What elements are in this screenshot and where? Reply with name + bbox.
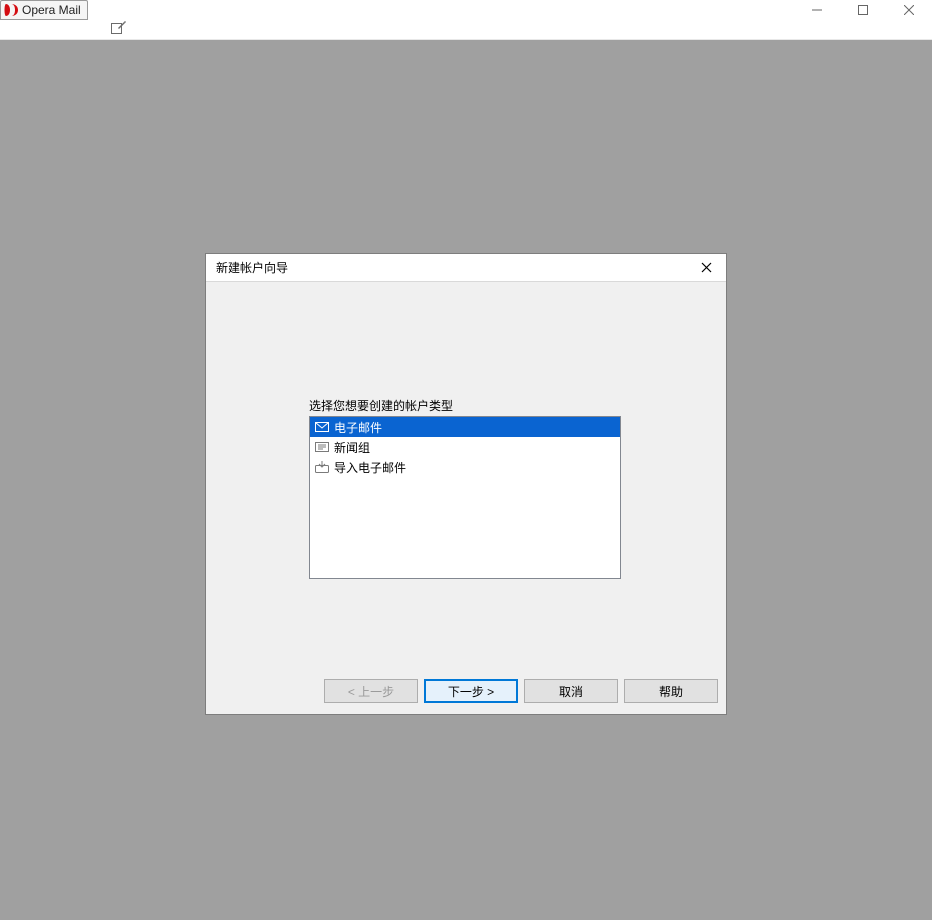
account-type-list[interactable]: 电子邮件 新闻组 导入电子邮件 (309, 416, 621, 579)
opera-mail-icon (4, 3, 18, 17)
app-title: Opera Mail (22, 3, 81, 17)
newspaper-icon (314, 439, 330, 455)
new-account-wizard-dialog: 新建帐户向导 选择您想要创建的帐户类型 电子邮件 新闻组 (205, 253, 727, 715)
help-button-label: 帮助 (659, 683, 683, 700)
window-titlebar: Opera Mail (0, 0, 932, 20)
account-type-prompt: 选择您想要创建的帐户类型 (309, 397, 453, 414)
minimize-button[interactable] (794, 0, 840, 20)
compose-icon[interactable] (110, 20, 126, 39)
back-button: < 上一步 (324, 679, 418, 703)
account-option-label: 电子邮件 (334, 419, 382, 436)
maximize-button[interactable] (840, 0, 886, 20)
import-icon (314, 459, 330, 475)
content-area: 新建帐户向导 选择您想要创建的帐户类型 电子邮件 新闻组 (0, 40, 932, 920)
close-button[interactable] (886, 0, 932, 20)
account-option-news[interactable]: 新闻组 (310, 437, 620, 457)
window-controls (794, 0, 932, 20)
help-button[interactable]: 帮助 (624, 679, 718, 703)
cancel-button[interactable]: 取消 (524, 679, 618, 703)
titlebar-spacer (88, 0, 794, 20)
next-button-label: 下一步 > (448, 683, 494, 700)
dialog-button-row: < 上一步 下一步 > 取消 帮助 (206, 679, 726, 703)
toolbar (0, 20, 932, 40)
envelope-icon (314, 419, 330, 435)
cancel-button-label: 取消 (559, 683, 583, 700)
back-button-label: < 上一步 (348, 683, 394, 700)
next-button[interactable]: 下一步 > (424, 679, 518, 703)
dialog-body: 选择您想要创建的帐户类型 电子邮件 新闻组 (206, 282, 726, 714)
account-option-email[interactable]: 电子邮件 (310, 417, 620, 437)
dialog-title: 新建帐户向导 (216, 259, 288, 276)
dialog-titlebar: 新建帐户向导 (206, 254, 726, 282)
account-option-label: 导入电子邮件 (334, 459, 406, 476)
account-option-import[interactable]: 导入电子邮件 (310, 457, 620, 477)
dialog-close-button[interactable] (692, 254, 720, 282)
account-option-label: 新闻组 (334, 439, 370, 456)
app-tab[interactable]: Opera Mail (0, 0, 88, 20)
